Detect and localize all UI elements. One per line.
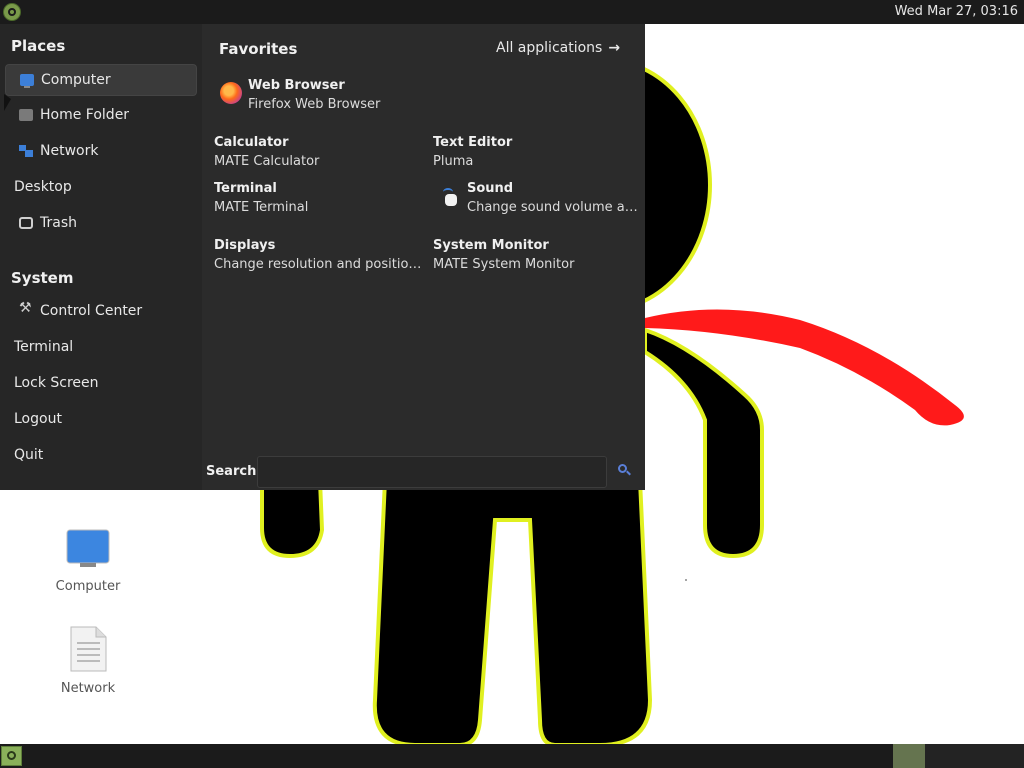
show-desktop-button[interactable] xyxy=(1,746,22,766)
system-title: System xyxy=(11,269,74,287)
favorite-desc: Pluma xyxy=(433,154,474,169)
places-item-home-folder[interactable]: Home Folder xyxy=(5,100,197,132)
system-item-control-center[interactable]: ⚒ Control Center xyxy=(5,296,197,328)
favorite-desc: MATE System Monitor xyxy=(433,257,575,272)
places-item-network[interactable]: Network xyxy=(5,136,197,168)
places-title: Places xyxy=(11,37,66,55)
places-item-label: Trash xyxy=(40,215,77,231)
favorite-desc: MATE Calculator xyxy=(214,154,320,169)
favorite-name: System Monitor xyxy=(433,238,549,253)
places-system-column: Places Computer Home Folder Network Desk… xyxy=(0,24,202,490)
places-item-trash[interactable]: Trash xyxy=(5,208,197,240)
favorite-text-editor[interactable]: Text Editor Pluma xyxy=(433,135,512,169)
system-item-logout[interactable]: Logout xyxy=(5,404,197,436)
bottom-panel xyxy=(0,744,1024,768)
system-item-label: Control Center xyxy=(40,303,143,319)
search-input[interactable] xyxy=(257,456,607,488)
system-item-label: Logout xyxy=(14,411,62,427)
places-item-computer[interactable]: Computer xyxy=(5,64,197,96)
system-item-lock-screen[interactable]: Lock Screen xyxy=(5,368,197,400)
favorite-terminal[interactable]: Terminal MATE Terminal xyxy=(214,181,308,215)
arrow-right-icon: → xyxy=(608,40,621,56)
search-icon[interactable] xyxy=(618,464,630,476)
favorite-desc: MATE Terminal xyxy=(214,200,309,215)
system-item-quit[interactable]: Quit xyxy=(5,440,197,472)
favorite-desc: Change sound volume a… xyxy=(467,200,638,215)
places-item-desktop[interactable]: Desktop xyxy=(5,172,197,204)
workspace-switcher-1[interactable] xyxy=(893,744,925,768)
system-item-label: Lock Screen xyxy=(14,375,99,391)
favorite-calculator[interactable]: Calculator MATE Calculator xyxy=(214,135,319,169)
speck xyxy=(685,579,687,581)
favorite-web-browser[interactable]: Web Browser Firefox Web Browser xyxy=(248,78,380,112)
favorite-name: Terminal xyxy=(214,181,277,196)
favorite-name: Sound xyxy=(467,181,514,196)
top-panel: Wed Mar 27, 03:16 xyxy=(0,0,1024,24)
figure-left-arm xyxy=(260,478,325,559)
folder-icon xyxy=(19,109,33,121)
favorite-desc: Change resolution and positio… xyxy=(214,257,422,272)
system-item-label: Terminal xyxy=(14,339,74,355)
speaker-icon xyxy=(443,188,457,206)
favorite-desc: Firefox Web Browser xyxy=(248,97,381,112)
desktop-icon-label: Computer xyxy=(55,579,121,594)
application-menu: Places Computer Home Folder Network Desk… xyxy=(0,24,645,490)
favorite-name: Calculator xyxy=(214,135,289,150)
search-label: Search: xyxy=(206,464,262,479)
figure-right-arm xyxy=(643,327,764,559)
mouse-cursor-icon xyxy=(4,94,11,111)
favorite-name: Web Browser xyxy=(248,78,345,93)
document-icon xyxy=(70,626,107,672)
desktop-icon-label: Network xyxy=(60,681,116,696)
places-item-label: Computer xyxy=(41,72,111,88)
figure-body xyxy=(372,478,653,747)
system-item-terminal[interactable]: Terminal xyxy=(5,332,197,364)
places-item-label: Home Folder xyxy=(40,107,130,123)
firefox-icon xyxy=(220,82,242,104)
desktop-icon-network[interactable]: Network xyxy=(43,625,133,696)
favorite-name: Displays xyxy=(214,238,276,253)
places-item-label: Network xyxy=(40,143,99,159)
workspace-switcher-2[interactable] xyxy=(925,744,1024,768)
favorites-title: Favorites xyxy=(219,40,298,58)
desktop-icon-computer[interactable]: Computer xyxy=(43,527,133,594)
system-item-label: Quit xyxy=(14,447,44,463)
trash-icon xyxy=(19,217,33,229)
favorite-name: Text Editor xyxy=(433,135,513,150)
favorite-displays[interactable]: Displays Change resolution and positio… xyxy=(214,238,421,272)
all-applications-label: All applications xyxy=(496,40,603,56)
main-menu-button[interactable] xyxy=(3,3,21,21)
favorite-sound[interactable]: Sound Change sound volume a… xyxy=(467,181,638,215)
places-item-label: Desktop xyxy=(14,179,72,195)
clock[interactable]: Wed Mar 27, 03:16 xyxy=(895,4,1018,19)
tools-icon: ⚒ xyxy=(19,300,32,316)
computer-icon xyxy=(20,74,34,88)
network-icon xyxy=(19,145,33,157)
favorite-system-monitor[interactable]: System Monitor MATE System Monitor xyxy=(433,238,574,272)
all-applications-button[interactable]: All applications → xyxy=(496,40,620,56)
monitor-icon xyxy=(66,529,110,567)
